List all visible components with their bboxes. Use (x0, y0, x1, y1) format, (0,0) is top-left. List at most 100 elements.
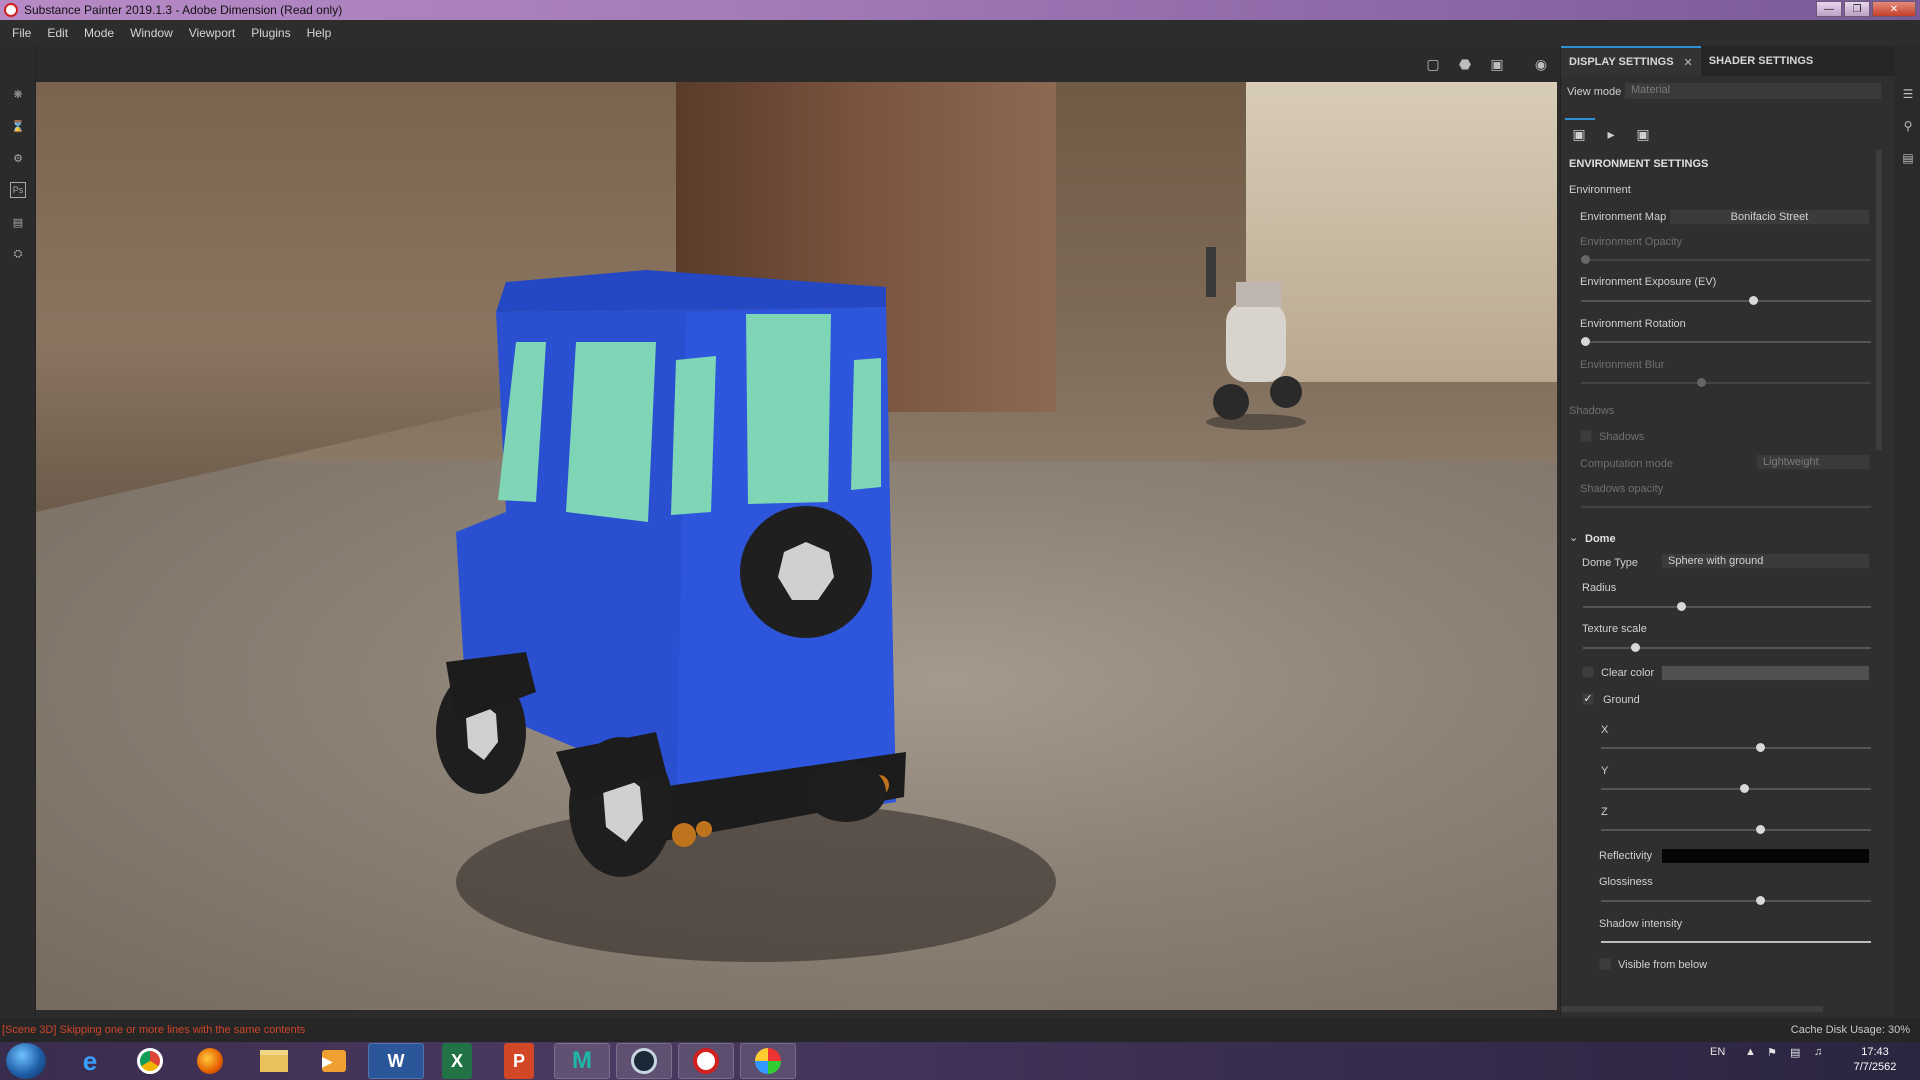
shadow-intensity-slider[interactable] (1601, 941, 1871, 943)
environment-map-select[interactable]: Bonifacio Street (1669, 209, 1870, 225)
gear-icon[interactable]: ⚙ (10, 150, 26, 166)
maya-icon[interactable]: M (554, 1043, 610, 1079)
menu-file[interactable]: File (4, 26, 39, 40)
environment-exposure-knob[interactable] (1749, 296, 1758, 305)
substance-icon[interactable]: ❋ (10, 86, 26, 102)
properties-icon[interactable]: ▤ (1900, 150, 1916, 166)
flag-icon[interactable]: ⚑ (1767, 1046, 1777, 1059)
cube-icon[interactable]: ⬣ (1454, 54, 1476, 74)
panel-h-scrollbar[interactable] (1561, 1006, 1823, 1012)
frame-icon[interactable]: ▣ (1631, 124, 1655, 144)
language-indicator[interactable]: EN (1710, 1046, 1725, 1058)
environment-opacity-slider[interactable] (1581, 255, 1871, 264)
steam-icon[interactable] (616, 1043, 672, 1079)
environment-exposure-slider[interactable] (1581, 296, 1871, 305)
paint-icon[interactable] (740, 1043, 796, 1079)
view-mode-select[interactable]: Material (1624, 82, 1882, 100)
camera-icon[interactable]: ▣ (1486, 54, 1508, 74)
dome-chevron-icon[interactable]: ⌄ (1569, 531, 1578, 544)
tab-shader-settings-label: SHADER SETTINGS (1708, 55, 1814, 67)
explorer-icon[interactable] (246, 1043, 302, 1079)
network-icon[interactable]: ▤ (1790, 1046, 1800, 1059)
menu-plugins[interactable]: Plugins (243, 26, 298, 40)
powerpoint-icon[interactable]: P (504, 1043, 534, 1079)
ground-y-knob[interactable] (1740, 784, 1749, 793)
maximize-icon[interactable]: ❐ (1844, 1, 1870, 17)
environment-blur-knob[interactable] (1697, 378, 1706, 387)
radius-knob[interactable] (1677, 602, 1686, 611)
texture-scale-knob[interactable] (1631, 643, 1640, 652)
minimize-icon[interactable]: — (1816, 1, 1842, 17)
media-player-icon[interactable]: ▶ (306, 1043, 362, 1079)
panel-scrollbar[interactable] (1876, 150, 1882, 450)
tab-display-settings-label: DISPLAY SETTINGS (1569, 56, 1674, 68)
close-tab-icon[interactable]: ✕ (1684, 56, 1693, 69)
video-camera-icon[interactable]: ▸ (1599, 124, 1623, 144)
document-icon[interactable]: ▤ (10, 214, 26, 230)
dome-type-select[interactable]: Sphere with ground (1661, 553, 1870, 569)
menu-help[interactable]: Help (299, 26, 340, 40)
computation-mode-select[interactable]: Lightweight (1756, 454, 1870, 470)
clock-time: 17:43 (1861, 1046, 1889, 1058)
tray-arrow-icon[interactable]: ▲ (1745, 1046, 1756, 1058)
excel-icon[interactable]: X (442, 1043, 472, 1079)
dome-title: Dome (1585, 533, 1616, 545)
hourglass-icon[interactable]: ⌛ (10, 118, 26, 134)
ground-y-slider[interactable] (1601, 784, 1871, 793)
substance-painter-icon[interactable] (678, 1043, 734, 1079)
menu-viewport[interactable]: Viewport (181, 26, 243, 40)
visible-from-below-checkbox[interactable] (1599, 958, 1611, 970)
magnifier-icon[interactable]: ⚲ (1900, 118, 1916, 134)
tab-shader-settings[interactable]: SHADER SETTINGS (1701, 46, 1822, 76)
environment-rotation-knob[interactable] (1581, 337, 1590, 346)
volume-icon[interactable]: ♫ (1814, 1046, 1822, 1058)
reflectivity-swatch[interactable] (1661, 848, 1870, 864)
clear-color-swatch[interactable] (1661, 665, 1870, 681)
environment-rotation-slider[interactable] (1581, 337, 1871, 346)
image-icon[interactable]: ▣ (1567, 124, 1591, 144)
firefox-icon[interactable] (182, 1043, 238, 1079)
environment-blur-slider[interactable] (1581, 378, 1871, 387)
environment-blur-label: Environment Blur (1580, 359, 1665, 371)
environment-opacity-label: Environment Opacity (1580, 236, 1683, 248)
radius-slider[interactable] (1583, 602, 1871, 611)
ground-z-knob[interactable] (1756, 825, 1765, 834)
shadows-checkbox[interactable] (1580, 430, 1592, 442)
system-clock[interactable]: 17:43 7/7/2562 (1840, 1045, 1910, 1075)
tab-display-settings[interactable]: DISPLAY SETTINGS ✕ (1561, 46, 1701, 76)
panel-tabs: DISPLAY SETTINGS ✕ SHADER SETTINGS (1561, 46, 1896, 76)
ground-x-slider[interactable] (1601, 743, 1871, 752)
layers-icon[interactable]: ☰ (1900, 86, 1916, 102)
menu-mode[interactable]: Mode (76, 26, 122, 40)
ground-z-slider[interactable] (1601, 825, 1871, 834)
jeep-model[interactable] (426, 232, 1126, 992)
shadows-opacity-label: Shadows opacity (1580, 483, 1664, 495)
glossiness-knob[interactable] (1756, 896, 1765, 905)
chrome-icon[interactable] (122, 1043, 178, 1079)
log-message[interactable]: [Scene 3D] Skipping one or more lines wi… (2, 1024, 305, 1036)
settings-icon[interactable]: ⛭ (10, 246, 26, 262)
frame-icon[interactable]: ▢ (1422, 54, 1444, 74)
ground-z-label: Z (1601, 806, 1608, 818)
clear-color-checkbox[interactable] (1582, 666, 1594, 678)
ground-x-knob[interactable] (1756, 743, 1765, 752)
ie-icon[interactable]: e (62, 1043, 118, 1079)
texture-scale-label: Texture scale (1582, 623, 1647, 635)
glossiness-slider[interactable] (1601, 896, 1871, 905)
environment-opacity-knob[interactable] (1581, 255, 1590, 264)
ground-x-label: X (1601, 724, 1609, 736)
environment-settings-title: ENVIRONMENT SETTINGS (1569, 158, 1709, 170)
close-icon[interactable]: ✕ (1872, 1, 1916, 17)
menu-edit[interactable]: Edit (39, 26, 76, 40)
word-icon[interactable]: W (368, 1043, 424, 1079)
screenshot-icon[interactable]: ◉ (1530, 54, 1552, 74)
photoshop-icon[interactable]: Ps (10, 182, 26, 198)
texture-scale-slider[interactable] (1583, 643, 1871, 652)
shadows-section-label: Shadows (1569, 405, 1615, 417)
viewport-3d[interactable] (36, 82, 1557, 1010)
shadows-opacity-slider[interactable] (1581, 506, 1871, 508)
start-button[interactable] (6, 1043, 46, 1079)
ground-checkbox[interactable]: ✓ (1582, 693, 1594, 705)
menu-window[interactable]: Window (122, 26, 181, 40)
environment-label: Environment (1569, 184, 1631, 196)
